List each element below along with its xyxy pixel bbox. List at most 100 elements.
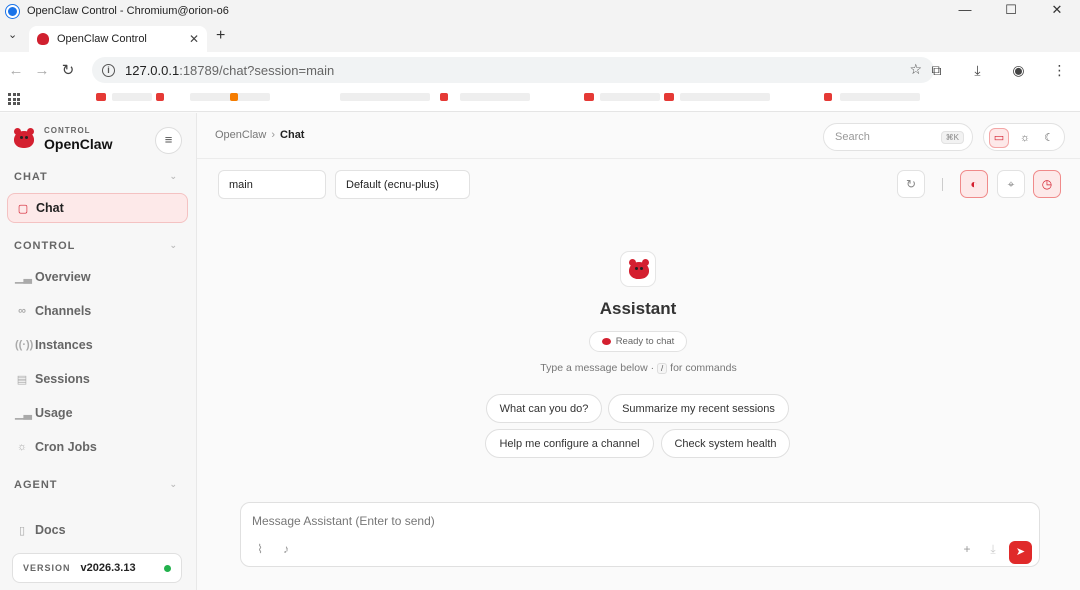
add-plus-icon[interactable]: + (958, 542, 976, 556)
forward-arrow-icon[interactable]: → (29, 62, 55, 79)
command-hint: Type a message below · / for commands (540, 362, 737, 374)
microphone-icon[interactable]: ♪ (277, 542, 295, 556)
suggestion-chip[interactable]: Check system health (661, 429, 790, 458)
slash-key-badge: / (657, 363, 668, 374)
brand: CONTROL OpenClaw (12, 126, 112, 152)
maximize-button[interactable]: ☐ (988, 0, 1034, 22)
session-select[interactable]: main (218, 170, 326, 199)
url-text[interactable]: 127.0.0.1:18789/chat?session=main (125, 63, 334, 78)
theme-light-sun-icon[interactable]: ☼ (1015, 128, 1035, 148)
sidebar-item-cron-jobs[interactable]: ☼ Cron Jobs (7, 432, 188, 462)
browser-tab-title: OpenClaw Control (57, 33, 147, 45)
suggestion-chip[interactable]: Help me configure a channel (485, 429, 654, 458)
message-composer: ⌇ ♪ + ⤓ ➤ (240, 502, 1040, 567)
theme-switcher: ▭ ☼ ☾ (983, 123, 1065, 151)
search-box[interactable]: Search ⌘K (823, 123, 973, 151)
thinking-toggle-brain-icon[interactable]: ◐ (960, 170, 988, 198)
url-host: 127.0.0.1 (125, 62, 180, 78)
back-arrow-icon[interactable]: ← (3, 62, 29, 79)
openclaw-logo-icon (12, 128, 36, 150)
suggestion-chip[interactable]: What can you do? (486, 394, 602, 423)
link-icon: ∞ (18, 305, 26, 317)
sidebar-toggle-hamburger-icon[interactable]: ≡ (155, 127, 182, 154)
search-shortcut-badge: ⌘K (940, 131, 964, 144)
version-value: v2026.3.13 (80, 562, 136, 574)
theme-system-monitor-icon[interactable]: ▭ (989, 128, 1009, 148)
url-path: :18789/chat?session=main (179, 62, 335, 78)
window-controls: — ☐ ✕ (942, 0, 1080, 22)
minimize-button[interactable]: — (942, 0, 988, 22)
browser-menu-kebab-icon[interactable]: ⋮ (1039, 62, 1080, 79)
send-button[interactable]: ➤ (1009, 541, 1032, 564)
chat-bubble-icon: ▢ (17, 202, 29, 215)
theme-dark-moon-icon[interactable]: ☾ (1039, 128, 1059, 148)
sidebar-item-sessions[interactable]: ▤ Sessions (7, 364, 188, 394)
bar-chart-icon: ▁▃ (15, 271, 32, 284)
section-header-agent[interactable]: AGENT ⌄ (14, 479, 182, 491)
sun-icon: ☼ (16, 441, 28, 453)
book-icon: ▯ (18, 524, 26, 537)
breadcrumb-root[interactable]: OpenClaw (215, 129, 266, 141)
tab-close-icon[interactable]: ✕ (189, 32, 199, 46)
apps-grid-icon[interactable] (8, 93, 20, 105)
breadcrumb: OpenClaw › Chat (215, 129, 304, 141)
status-badge: Ready to chat (589, 331, 687, 352)
address-bar[interactable]: i 127.0.0.1:18789/chat?session=main ☆ (92, 57, 934, 83)
openclaw-logo-icon (627, 259, 651, 281)
suggestion-chip[interactable]: Summarize my recent sessions (608, 394, 789, 423)
assistant-avatar (620, 251, 656, 287)
toolbar-actions: ⧉ ⤓ ◉ ⋮ (916, 52, 1080, 88)
download-icon[interactable]: ⤓ (957, 62, 998, 79)
focus-mode-icon[interactable]: ⌖ (997, 170, 1025, 198)
status-text: Ready to chat (615, 336, 675, 347)
message-input[interactable] (252, 514, 952, 528)
attach-paperclip-icon[interactable]: ⌇ (251, 542, 269, 556)
chromium-logo-icon (6, 4, 19, 18)
brand-subtitle: CONTROL (44, 126, 91, 135)
export-download-icon[interactable]: ⤓ (984, 542, 1002, 557)
chevron-down-icon: ⌄ (169, 171, 178, 181)
sidebar: CONTROL OpenClaw ≡ CHAT ⌄ ▢ Chat CONTROL ⌄ … (0, 113, 197, 590)
tab-search-chevron-icon[interactable]: ⌄ (8, 28, 17, 41)
sidebar-item-docs[interactable]: ▯ Docs (7, 515, 188, 545)
favicon-icon (37, 33, 49, 45)
chevron-down-icon: ⌄ (169, 240, 178, 250)
bar-chart-icon: ▁▃ (15, 407, 32, 420)
status-dot-icon (164, 564, 171, 572)
address-toolbar: ← → ↻ i 127.0.0.1:18789/chat?session=mai… (0, 52, 1080, 88)
breadcrumb-separator-icon: › (271, 129, 276, 141)
section-header-chat[interactable]: CHAT ⌄ (14, 171, 182, 183)
sidebar-item-usage[interactable]: ▁▃ Usage (7, 398, 188, 428)
chevron-down-icon: ⌄ (169, 479, 178, 489)
window-titlebar: OpenClaw Control - Chromium@orion-o6 — ☐… (0, 0, 1080, 22)
broadcast-icon: ((·)) (15, 339, 34, 351)
sidebar-item-channels[interactable]: ∞ Channels (7, 296, 188, 326)
extensions-puzzle-icon[interactable]: ⧉ (916, 62, 957, 79)
browser-tab[interactable]: OpenClaw Control ✕ (29, 26, 207, 52)
bookmark-items-obscured (40, 92, 930, 104)
sidebar-item-overview[interactable]: ▁▃ Overview (7, 262, 188, 292)
history-clock-icon[interactable]: ◷ (1033, 170, 1061, 198)
sidebar-item-chat[interactable]: ▢ Chat (7, 193, 188, 223)
sidebar-item-instances[interactable]: ((·)) Instances (7, 330, 188, 360)
search-placeholder: Search (835, 131, 870, 143)
model-select[interactable]: Default (ecnu-plus) (335, 170, 470, 199)
refresh-icon[interactable]: ↻ (897, 170, 925, 198)
app-header: OpenClaw › Chat Search ⌘K ▭ ☼ ☾ (197, 113, 1080, 159)
assistant-title: Assistant (599, 299, 677, 318)
version-label: VERSION (23, 563, 71, 573)
section-header-control[interactable]: CONTROL ⌄ (14, 240, 182, 252)
site-info-icon[interactable]: i (102, 63, 115, 77)
bookmarks-bar (0, 88, 1080, 112)
breadcrumb-current: Chat (280, 129, 305, 141)
new-tab-plus-icon[interactable]: + (216, 27, 225, 45)
profile-avatar-icon[interactable]: ◉ (998, 62, 1039, 79)
window-title: OpenClaw Control - Chromium@orion-o6 (27, 5, 229, 17)
toolbar-divider (942, 178, 943, 191)
document-icon: ▤ (16, 373, 28, 386)
version-badge: VERSION v2026.3.13 (12, 553, 182, 583)
openclaw-mini-icon (601, 338, 611, 345)
reload-icon[interactable]: ↻ (55, 61, 81, 79)
close-window-button[interactable]: ✕ (1034, 0, 1080, 22)
brand-name: OpenClaw (44, 136, 113, 152)
